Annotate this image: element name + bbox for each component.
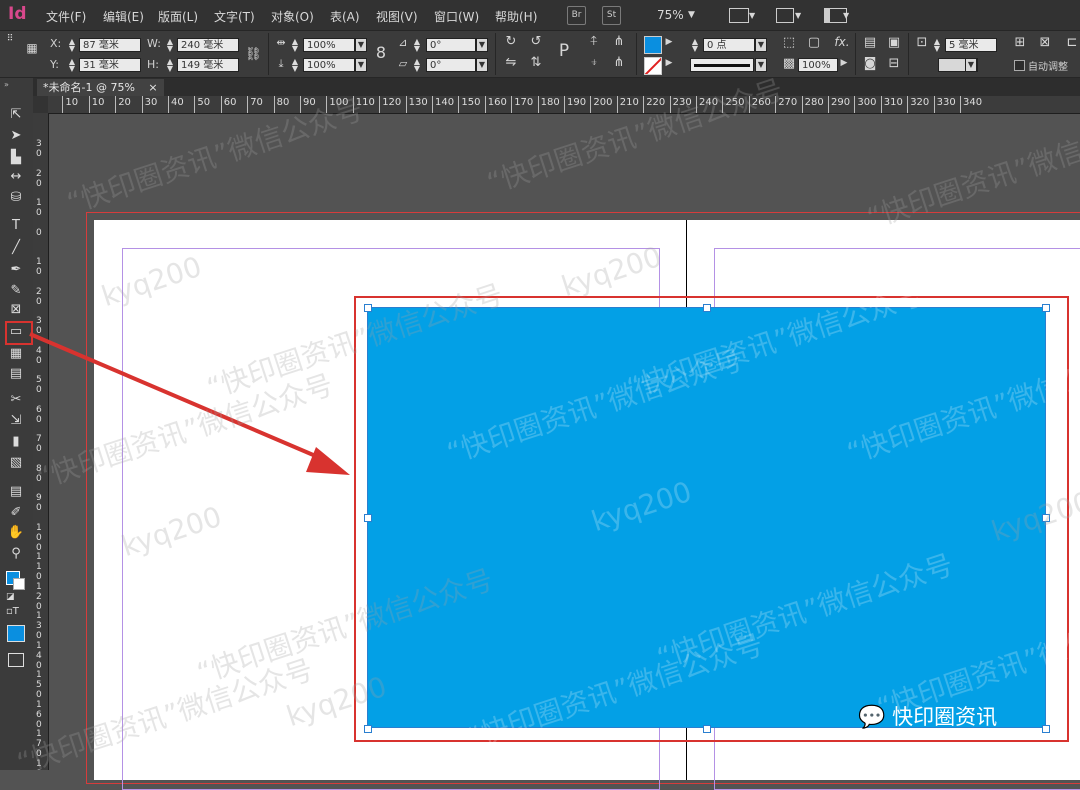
wechat-icon: 💬 bbox=[858, 705, 886, 730]
wechat-badge: 💬 快印圈资讯 bbox=[858, 701, 997, 731]
wechat-badge-label: 快印圈资讯 bbox=[892, 705, 998, 729]
annotation-arrow bbox=[29, 332, 350, 475]
arrow-head bbox=[306, 447, 350, 475]
